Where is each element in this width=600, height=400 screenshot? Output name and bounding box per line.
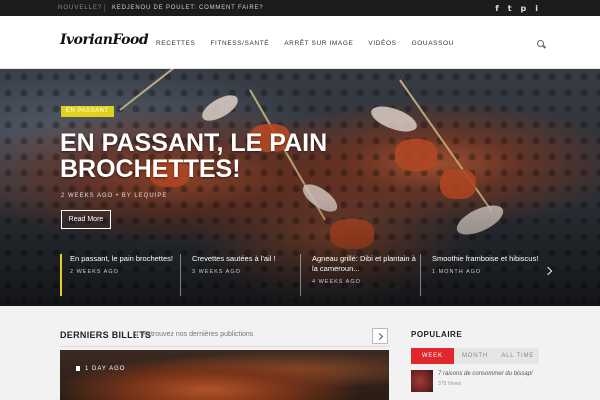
slide-date: 1 MONTH AGO xyxy=(432,269,482,275)
nav-item-recettes[interactable]: RECETTES xyxy=(156,40,195,47)
tab-week[interactable]: WEEK xyxy=(411,348,454,364)
site-header: IvorianFood RECETTES FITNESS/SANTÉ ARRÊT… xyxy=(0,16,600,69)
tab-all-time[interactable]: ALL TIME xyxy=(496,348,540,364)
read-more-button[interactable]: Read More xyxy=(61,210,111,229)
main-nav: RECETTES FITNESS/SANTÉ ARRÊT SUR IMAGE V… xyxy=(156,40,469,47)
nav-item-videos[interactable]: VIDÉOS xyxy=(368,40,396,47)
divider xyxy=(104,4,105,12)
pinterest-icon[interactable]: p xyxy=(521,4,527,13)
facebook-icon[interactable]: f xyxy=(495,4,498,13)
search-icon[interactable] xyxy=(537,40,544,47)
nav-item-fitness[interactable]: FITNESS/SANTÉ xyxy=(210,40,269,47)
hero-meta: 2 WEEKS AGO • BY LEQUIPE xyxy=(61,193,168,199)
news-label: NOUVELLE? xyxy=(58,5,103,11)
slider-thumbnails: En passant, le pain brochettes! 2 WEEKS … xyxy=(60,254,540,296)
slide-title: En passant, le pain brochettes! xyxy=(70,254,173,263)
popular-item-views: 379 Views xyxy=(438,381,461,387)
slide-title: Crevettes sautées à l'ail ! xyxy=(192,254,276,263)
slide-item[interactable]: En passant, le pain brochettes! 2 WEEKS … xyxy=(60,254,180,296)
slide-date: 3 WEEKS AGO xyxy=(192,269,241,275)
social-links: f t p i xyxy=(495,0,538,16)
nav-item-arret-sur-image[interactable]: ARRÊT SUR IMAGE xyxy=(284,40,353,47)
slide-item[interactable]: Crevettes sautées à l'ail ! 3 WEEKS AGO xyxy=(180,254,300,296)
tab-month[interactable]: MONTH xyxy=(453,348,497,364)
instagram-icon[interactable]: i xyxy=(535,4,538,13)
category-tag[interactable]: EN PASSANT xyxy=(61,106,114,117)
slide-title: Smoothie framboise et hibiscus! xyxy=(432,254,539,263)
slide-item[interactable]: Agneau grillé: Dibi et plantain à la cam… xyxy=(300,254,420,296)
slide-item[interactable]: Smoothie framboise et hibiscus! 1 MONTH … xyxy=(420,254,540,296)
popular-title: POPULAIRE xyxy=(411,330,463,339)
post-card-image[interactable] xyxy=(60,350,389,400)
bookmark-icon xyxy=(76,366,80,371)
slide-date: 2 WEEKS AGO xyxy=(70,269,119,275)
slide-title: Agneau grillé: Dibi et plantain à la cam… xyxy=(312,254,416,273)
popular-item-title[interactable]: 7 raisons de consommer du bissap! xyxy=(438,371,533,377)
twitter-icon[interactable]: t xyxy=(508,4,512,13)
top-bar: NOUVELLE? KEDJENOU DE POULET: COMMENT FA… xyxy=(0,0,600,16)
popular-tabs: WEEK MONTH ALL TIME xyxy=(411,348,540,364)
hero-title[interactable]: EN PASSANT, LE PAIN BROCHETTES! xyxy=(60,130,380,182)
popular-thumbnail[interactable] xyxy=(411,370,433,392)
next-page-button[interactable] xyxy=(372,328,388,344)
site-logo[interactable]: IvorianFood xyxy=(60,32,149,48)
slide-date: 4 WEEKS AGO xyxy=(312,279,361,285)
section-subtitle: Retrouvez nos dernières publictions xyxy=(136,331,253,338)
divider xyxy=(60,346,390,347)
news-ticker-link[interactable]: KEDJENOU DE POULET: COMMENT FAIRE? xyxy=(112,0,263,16)
post-date: 1 DAY AGO xyxy=(76,366,125,372)
nav-item-gouassou[interactable]: GOUASSOU xyxy=(412,40,454,47)
post-date-label: 1 DAY AGO xyxy=(85,366,126,373)
